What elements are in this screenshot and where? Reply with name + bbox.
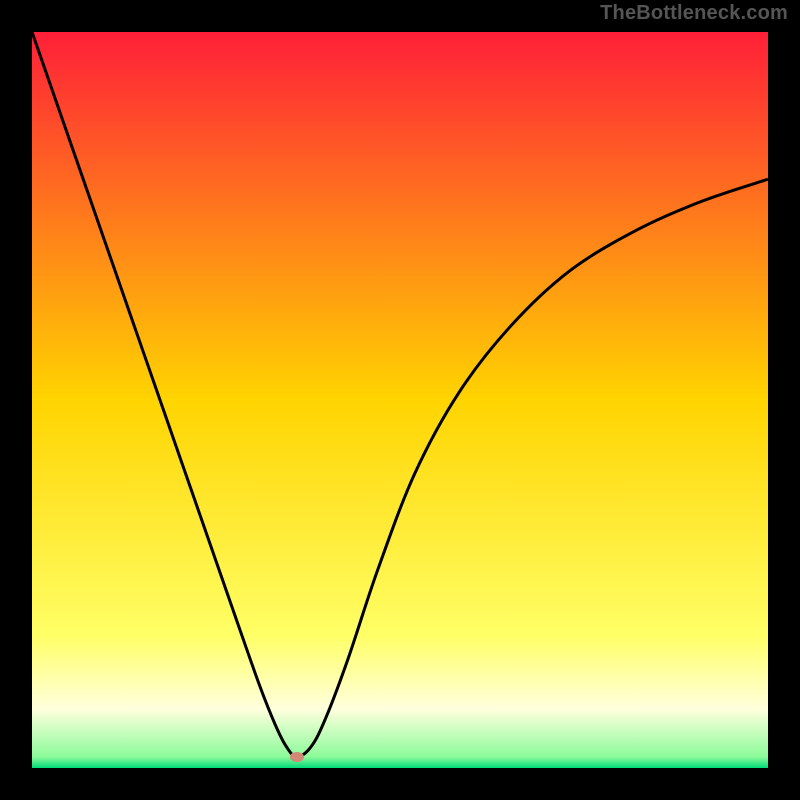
optimum-marker — [290, 752, 304, 762]
gradient-background — [32, 32, 768, 768]
attribution-watermark: TheBottleneck.com — [600, 2, 788, 25]
chart-frame: TheBottleneck.com — [0, 0, 800, 800]
plot-area — [32, 32, 768, 768]
chart-svg — [32, 32, 768, 768]
